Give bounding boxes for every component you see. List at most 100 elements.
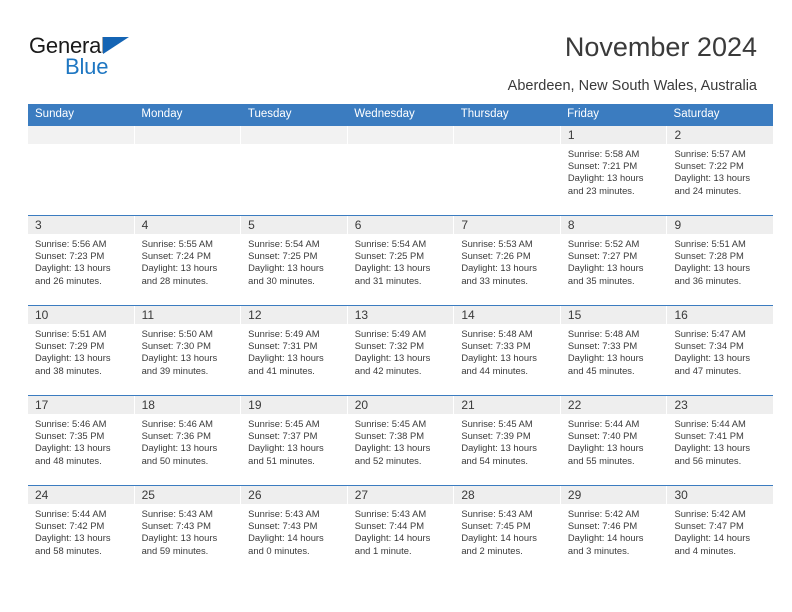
daylight-text-line1: Daylight: 13 hours bbox=[354, 352, 431, 364]
daylight-text-line2: and 35 minutes. bbox=[567, 274, 635, 286]
day-number-band: 23 bbox=[667, 396, 774, 414]
sunset-text: Sunset: 7:35 PM bbox=[35, 430, 105, 442]
daylight-text-line2: and 47 minutes. bbox=[674, 364, 742, 376]
daylight-text-line2: and 30 minutes. bbox=[248, 274, 315, 286]
day-number: 2 bbox=[674, 128, 682, 142]
sunset-text: Sunset: 7:33 PM bbox=[461, 340, 531, 352]
day-cell[interactable]: 30 Sunrise: 5:42 AM Sunset: 7:47 PM Dayl… bbox=[666, 486, 774, 575]
day-cell[interactable]: 25 Sunrise: 5:43 AM Sunset: 7:43 PM Dayl… bbox=[133, 486, 241, 575]
weekday-header-saturday: Saturday bbox=[673, 108, 720, 120]
sunset-text: Sunset: 7:38 PM bbox=[354, 430, 425, 442]
day-info: Sunrise: 5:42 AM Sunset: 7:47 PM Dayligh… bbox=[667, 504, 773, 557]
calendar-page: General Blue November 2024 Aberdeen, New… bbox=[0, 0, 792, 612]
weekday-header-monday: Monday bbox=[141, 108, 183, 120]
sunset-text: Sunset: 7:47 PM bbox=[674, 520, 744, 532]
day-cell[interactable]: 15 Sunrise: 5:48 AM Sunset: 7:33 PM Dayl… bbox=[559, 306, 667, 395]
sunrise-text: Sunrise: 5:54 AM bbox=[248, 238, 320, 249]
daylight-text-line2: and 55 minutes. bbox=[567, 454, 635, 466]
page-title: November 2024 bbox=[564, 32, 757, 62]
sunrise-text: Sunrise: 5:44 AM bbox=[567, 418, 640, 429]
day-number-band: 12 bbox=[241, 306, 347, 324]
day-number-band: 17 bbox=[28, 396, 134, 414]
day-cell[interactable]: 10 Sunrise: 5:51 AM Sunset: 7:29 PM Dayl… bbox=[28, 306, 134, 395]
daylight-text-line2: and 0 minutes. bbox=[248, 544, 310, 556]
day-number-band bbox=[241, 126, 347, 144]
daylight-text-line1: Daylight: 13 hours bbox=[35, 442, 111, 454]
day-cell-empty bbox=[453, 126, 560, 215]
sunrise-text: Sunrise: 5:52 AM bbox=[567, 238, 640, 249]
day-cell[interactable]: 5 Sunrise: 5:54 AM Sunset: 7:25 PM Dayli… bbox=[240, 216, 347, 305]
sunrise-text: Sunrise: 5:50 AM bbox=[141, 328, 213, 339]
day-cell[interactable]: 14 Sunrise: 5:48 AM Sunset: 7:33 PM Dayl… bbox=[453, 306, 560, 395]
daylight-text-line1: Daylight: 13 hours bbox=[141, 442, 218, 454]
daylight-text-line2: and 41 minutes. bbox=[248, 364, 315, 376]
day-cell[interactable]: 11 Sunrise: 5:50 AM Sunset: 7:30 PM Dayl… bbox=[133, 306, 241, 395]
day-info: Sunrise: 5:43 AM Sunset: 7:45 PM Dayligh… bbox=[454, 504, 560, 557]
day-number: 4 bbox=[141, 218, 149, 232]
weekday-header-sunday: Sunday bbox=[35, 108, 75, 120]
sunrise-text: Sunrise: 5:45 AM bbox=[248, 418, 320, 429]
sunrise-text: Sunrise: 5:47 AM bbox=[674, 328, 746, 339]
day-number: 13 bbox=[354, 308, 369, 322]
day-number: 3 bbox=[35, 218, 42, 232]
day-info: Sunrise: 5:50 AM Sunset: 7:30 PM Dayligh… bbox=[135, 324, 241, 377]
day-number-band: 27 bbox=[347, 486, 454, 504]
day-number-band: 26 bbox=[241, 486, 347, 504]
daylight-text-line2: and 44 minutes. bbox=[461, 364, 529, 376]
day-cell[interactable]: 17 Sunrise: 5:46 AM Sunset: 7:35 PM Dayl… bbox=[28, 396, 134, 485]
day-cell[interactable]: 3 Sunrise: 5:56 AM Sunset: 7:23 PM Dayli… bbox=[28, 216, 134, 305]
sunset-text: Sunset: 7:29 PM bbox=[35, 340, 105, 352]
day-cell[interactable]: 8 Sunrise: 5:52 AM Sunset: 7:27 PM Dayli… bbox=[559, 216, 667, 305]
sunset-text: Sunset: 7:23 PM bbox=[35, 250, 105, 262]
day-cell[interactable]: 28 Sunrise: 5:43 AM Sunset: 7:45 PM Dayl… bbox=[453, 486, 560, 575]
day-number-band: 8 bbox=[560, 216, 667, 234]
daylight-text-line2: and 28 minutes. bbox=[141, 274, 209, 286]
sunset-text: Sunset: 7:39 PM bbox=[461, 430, 531, 442]
daylight-text-line1: Daylight: 14 hours bbox=[461, 532, 537, 544]
day-info: Sunrise: 5:51 AM Sunset: 7:28 PM Dayligh… bbox=[667, 234, 773, 287]
day-number: 12 bbox=[248, 308, 262, 322]
day-cell[interactable]: 4 Sunrise: 5:55 AM Sunset: 7:24 PM Dayli… bbox=[133, 216, 241, 305]
day-info: Sunrise: 5:45 AM Sunset: 7:39 PM Dayligh… bbox=[454, 414, 560, 467]
day-cell[interactable]: 2 Sunrise: 5:57 AM Sunset: 7:22 PM Dayli… bbox=[666, 126, 774, 215]
day-number-band: 29 bbox=[560, 486, 667, 504]
daylight-text-line1: Daylight: 13 hours bbox=[354, 262, 431, 274]
day-cell[interactable]: 9 Sunrise: 5:51 AM Sunset: 7:28 PM Dayli… bbox=[666, 216, 774, 305]
day-cell[interactable]: 1 Sunrise: 5:58 AM Sunset: 7:21 PM Dayli… bbox=[559, 126, 667, 215]
day-cell[interactable]: 12 Sunrise: 5:49 AM Sunset: 7:31 PM Dayl… bbox=[240, 306, 347, 395]
day-info: Sunrise: 5:58 AM Sunset: 7:21 PM Dayligh… bbox=[561, 144, 667, 197]
sunrise-text: Sunrise: 5:43 AM bbox=[248, 508, 320, 519]
daylight-text-line1: Daylight: 14 hours bbox=[567, 532, 644, 544]
day-cell[interactable]: 20 Sunrise: 5:45 AM Sunset: 7:38 PM Dayl… bbox=[346, 396, 454, 485]
day-cell[interactable]: 6 Sunrise: 5:54 AM Sunset: 7:25 PM Dayli… bbox=[346, 216, 454, 305]
day-cell[interactable]: 29 Sunrise: 5:42 AM Sunset: 7:46 PM Dayl… bbox=[559, 486, 667, 575]
logo-text-blue: Blue bbox=[65, 54, 109, 79]
sunset-text: Sunset: 7:46 PM bbox=[567, 520, 638, 532]
day-cell[interactable]: 18 Sunrise: 5:46 AM Sunset: 7:36 PM Dayl… bbox=[133, 396, 241, 485]
day-number: 23 bbox=[674, 398, 688, 412]
daylight-text-line1: Daylight: 13 hours bbox=[35, 262, 111, 274]
day-number-band bbox=[454, 126, 560, 144]
sunrise-text: Sunrise: 5:42 AM bbox=[674, 508, 746, 519]
sunrise-text: Sunrise: 5:44 AM bbox=[35, 508, 107, 519]
day-cell[interactable]: 13 Sunrise: 5:49 AM Sunset: 7:32 PM Dayl… bbox=[346, 306, 454, 395]
day-cell[interactable]: 16 Sunrise: 5:47 AM Sunset: 7:34 PM Dayl… bbox=[666, 306, 774, 395]
day-cell[interactable]: 7 Sunrise: 5:53 AM Sunset: 7:26 PM Dayli… bbox=[453, 216, 560, 305]
sunrise-text: Sunrise: 5:45 AM bbox=[461, 418, 533, 429]
day-cell[interactable]: 24 Sunrise: 5:44 AM Sunset: 7:42 PM Dayl… bbox=[28, 486, 134, 575]
daylight-text-line1: Daylight: 13 hours bbox=[35, 532, 111, 544]
day-info: Sunrise: 5:48 AM Sunset: 7:33 PM Dayligh… bbox=[561, 324, 667, 377]
day-number-band: 13 bbox=[347, 306, 454, 324]
daylight-text-line1: Daylight: 13 hours bbox=[567, 442, 644, 454]
day-cell[interactable]: 26 Sunrise: 5:43 AM Sunset: 7:43 PM Dayl… bbox=[240, 486, 347, 575]
day-cell[interactable]: 23 Sunrise: 5:44 AM Sunset: 7:41 PM Dayl… bbox=[666, 396, 774, 485]
day-cell[interactable]: 21 Sunrise: 5:45 AM Sunset: 7:39 PM Dayl… bbox=[453, 396, 560, 485]
day-number-band: 6 bbox=[347, 216, 454, 234]
day-cell[interactable]: 27 Sunrise: 5:43 AM Sunset: 7:44 PM Dayl… bbox=[346, 486, 454, 575]
day-number-band: 10 bbox=[28, 306, 134, 324]
day-info: Sunrise: 5:43 AM Sunset: 7:43 PM Dayligh… bbox=[241, 504, 347, 557]
day-cell[interactable]: 22 Sunrise: 5:44 AM Sunset: 7:40 PM Dayl… bbox=[559, 396, 667, 485]
day-number: 20 bbox=[354, 398, 369, 412]
day-number-band: 5 bbox=[241, 216, 347, 234]
day-cell[interactable]: 19 Sunrise: 5:45 AM Sunset: 7:37 PM Dayl… bbox=[240, 396, 347, 485]
